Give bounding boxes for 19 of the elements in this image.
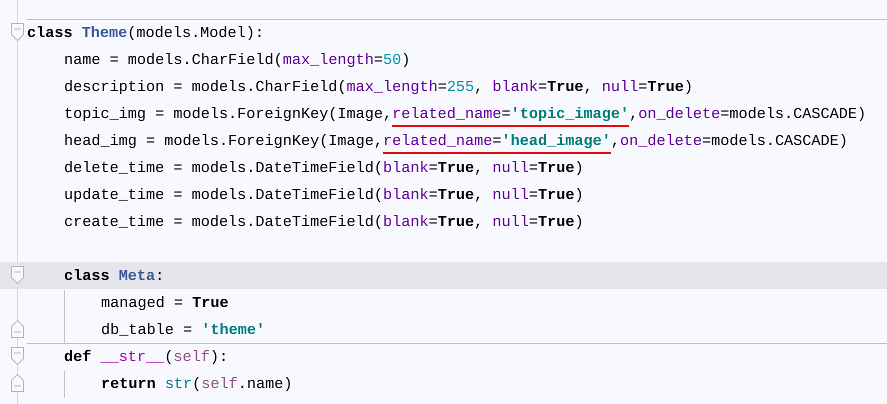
code-line: def __str__(self): — [64, 347, 228, 367]
code-line: class Meta: — [64, 266, 164, 286]
code-line: update_time = models.DateTimeField(blank=True, null=True) — [64, 185, 584, 205]
code-line: name = models.CharField(max_length=50) — [64, 50, 410, 70]
code-line: delete_time = models.DateTimeField(blank=True, null=True) — [64, 158, 584, 178]
code-line: managed = True — [101, 293, 229, 313]
fold-icon[interactable] — [11, 320, 24, 338]
fold-icon[interactable] — [11, 266, 24, 284]
fold-icon[interactable] — [11, 374, 24, 392]
code-line: class Theme(models.Model): — [27, 23, 264, 43]
fold-icon[interactable] — [11, 23, 24, 41]
fold-icon[interactable] — [11, 347, 24, 365]
code-line: description = models.CharField(max_length=255, blank=True, null=True) — [64, 77, 693, 97]
code-line: topic_img = models.ForeignKey(Image,related_name='topic_image',on_delete=models.CASCADE) — [64, 104, 866, 124]
code-line: db_table = 'theme' — [101, 320, 266, 340]
code-line: create_time = models.DateTimeField(blank=True, null=True) — [64, 212, 584, 232]
code-line: head_img = models.ForeignKey(Image,related_name='head_image',on_delete=models.CASCADE) — [64, 131, 848, 151]
code-line: return str(self.name) — [101, 374, 292, 394]
code-editor[interactable] — [0, 0, 887, 404]
